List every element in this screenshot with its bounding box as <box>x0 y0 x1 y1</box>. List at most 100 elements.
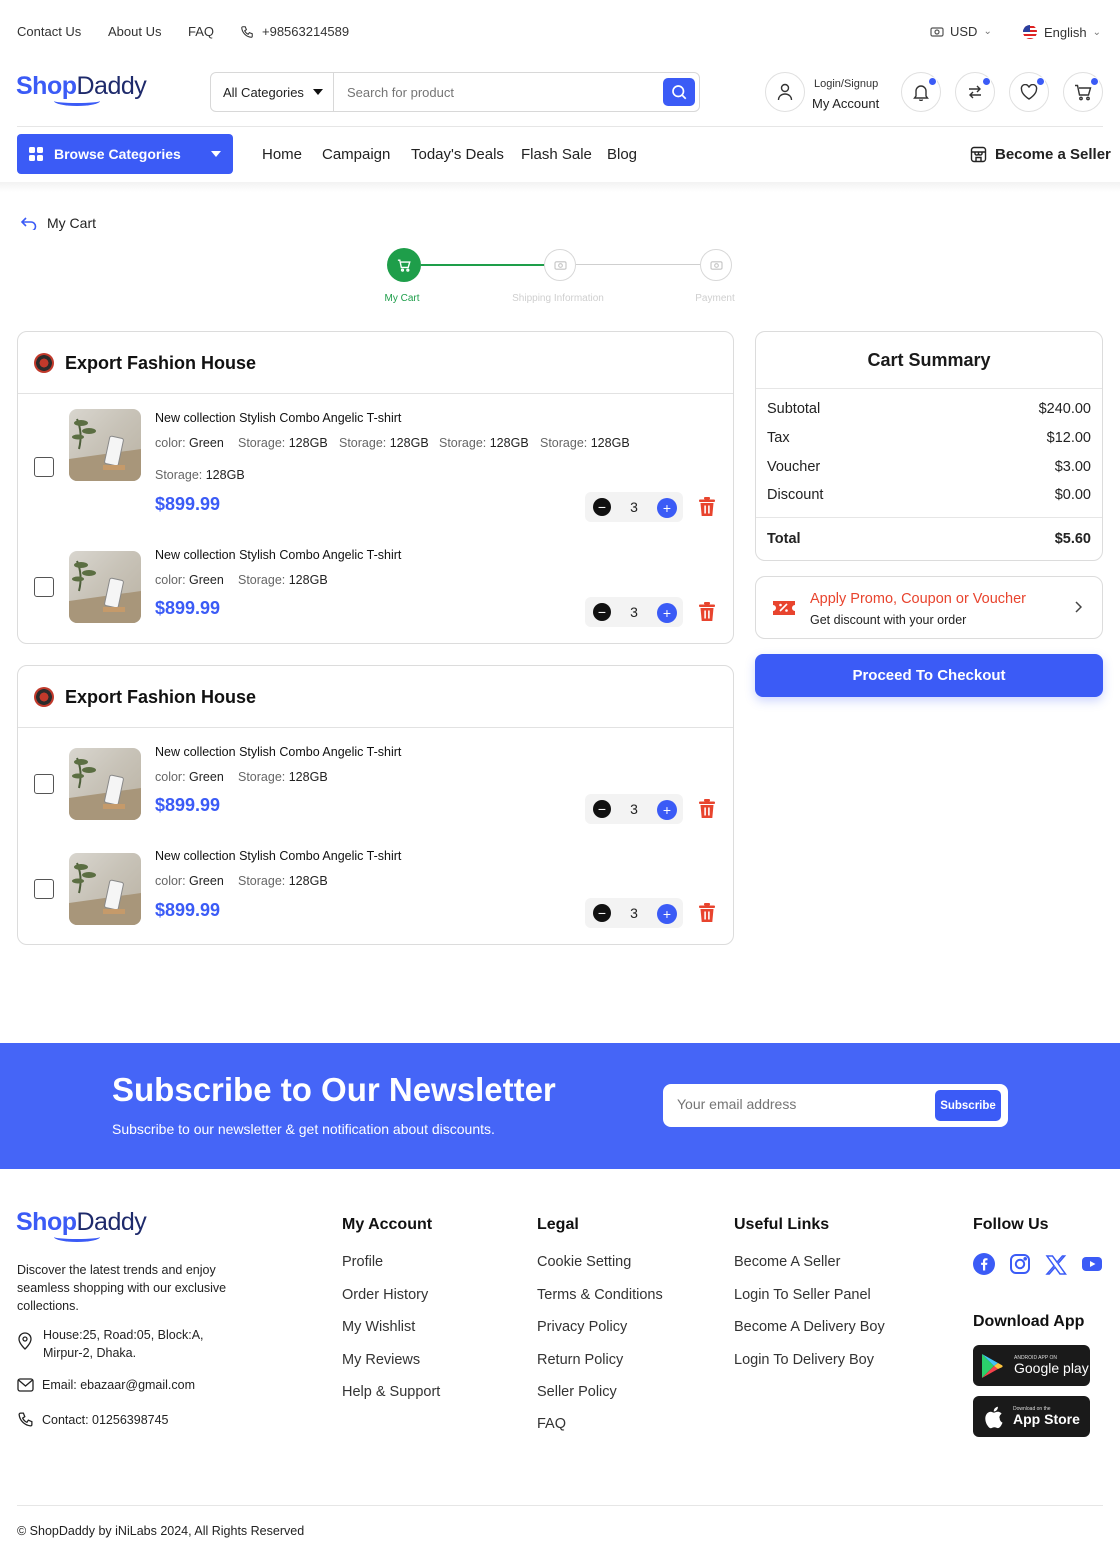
footer-link-wishlist[interactable]: My Wishlist <box>342 1319 415 1335</box>
product-title[interactable]: New collection Stylish Combo Angelic T-s… <box>155 849 401 863</box>
step-cart[interactable] <box>387 248 421 282</box>
login-signup-link[interactable]: Login/Signup <box>814 78 878 90</box>
compare-dot <box>982 77 991 86</box>
breadcrumb[interactable]: My Cart <box>20 215 96 231</box>
decrease-button[interactable]: − <box>593 498 611 516</box>
app-store-badge[interactable]: Download on the App Store <box>973 1396 1090 1437</box>
wishlist-button[interactable] <box>1009 72 1049 112</box>
newsletter-email-input[interactable] <box>677 1096 917 1112</box>
breadcrumb-label: My Cart <box>47 215 96 231</box>
step-connector-done <box>421 264 545 266</box>
trash-icon[interactable] <box>698 903 716 923</box>
promo-subtitle: Get discount with your order <box>810 613 967 627</box>
item-checkbox[interactable] <box>34 457 54 477</box>
newsletter-form: Subscribe <box>663 1084 1008 1127</box>
footer-link-become-seller[interactable]: Become A Seller <box>734 1254 840 1270</box>
trash-icon[interactable] <box>698 497 716 517</box>
search-input[interactable] <box>347 82 647 102</box>
increase-button[interactable]: + <box>657 603 677 623</box>
newsletter-title: Subscribe to Our Newsletter <box>112 1071 556 1108</box>
nav-shadow <box>0 182 1120 192</box>
item-checkbox[interactable] <box>34 577 54 597</box>
product-image[interactable] <box>69 409 141 481</box>
step-payment[interactable] <box>700 249 732 281</box>
footer-contact[interactable]: Contact: 01256398745 <box>17 1411 169 1429</box>
footer-link-return[interactable]: Return Policy <box>537 1352 623 1368</box>
nav-home[interactable]: Home <box>262 146 302 163</box>
decrease-button[interactable]: − <box>593 904 611 922</box>
nav-flash-sale[interactable]: Flash Sale <box>521 146 592 163</box>
shipping-icon <box>553 260 567 270</box>
product-image[interactable] <box>69 748 141 820</box>
google-big-text: Google play <box>1014 1360 1089 1376</box>
summary-row-tax: Tax $12.00 <box>767 430 1091 446</box>
quantity-value[interactable]: 3 <box>625 604 643 620</box>
increase-button[interactable]: + <box>657 800 677 820</box>
footer-link-delivery-boy[interactable]: Become A Delivery Boy <box>734 1319 885 1335</box>
currency-value: USD <box>950 24 978 39</box>
increase-button[interactable]: + <box>657 904 677 924</box>
account-button[interactable] <box>765 72 805 112</box>
footer-link-privacy[interactable]: Privacy Policy <box>537 1319 627 1335</box>
step-shipping[interactable] <box>544 249 576 281</box>
browse-categories-button[interactable]: Browse Categories <box>17 134 233 174</box>
proceed-to-checkout-button[interactable]: Proceed To Checkout <box>755 654 1103 697</box>
caret-down-icon[interactable] <box>313 89 323 95</box>
language-value: English <box>1044 24 1087 40</box>
footer-link-delivery-login[interactable]: Login To Delivery Boy <box>734 1352 874 1368</box>
shop-name[interactable]: Export Fashion House <box>65 687 256 708</box>
footer-link-help[interactable]: Help & Support <box>342 1384 440 1400</box>
trash-icon[interactable] <box>698 602 716 622</box>
product-image[interactable] <box>69 853 141 925</box>
footer-link-terms[interactable]: Terms & Conditions <box>537 1287 663 1303</box>
chevron-down-icon: ⌄ <box>1092 26 1102 38</box>
footer-email[interactable]: Email: ebazaar@gmail.com <box>17 1376 195 1394</box>
notifications-button[interactable] <box>901 72 941 112</box>
faq-link[interactable]: FAQ <box>188 24 214 39</box>
google-play-badge[interactable]: ANDROID APP ON Google play <box>973 1345 1090 1386</box>
product-title[interactable]: New collection Stylish Combo Angelic T-s… <box>155 411 401 425</box>
quantity-value[interactable]: 3 <box>625 905 643 921</box>
footer-link-cookie[interactable]: Cookie Setting <box>537 1254 631 1270</box>
subscribe-button[interactable]: Subscribe <box>935 1090 1001 1121</box>
quantity-value[interactable]: 3 <box>625 499 643 515</box>
become-seller-link[interactable]: Become a Seller <box>970 146 1111 163</box>
footer-link-profile[interactable]: Profile <box>342 1254 383 1270</box>
footer-link-faq[interactable]: FAQ <box>537 1416 566 1432</box>
contact-us-link[interactable]: Contact Us <box>17 24 81 39</box>
footer-heading-account: My Account <box>342 1216 433 1233</box>
facebook-icon[interactable] <box>973 1253 995 1275</box>
product-image[interactable] <box>69 551 141 623</box>
youtube-icon[interactable] <box>1081 1253 1103 1275</box>
language-selector[interactable]: English ⌄ <box>1022 24 1101 40</box>
product-title[interactable]: New collection Stylish Combo Angelic T-s… <box>155 548 401 562</box>
compare-arrows-icon <box>969 85 981 99</box>
footer-link-reviews[interactable]: My Reviews <box>342 1352 420 1368</box>
trash-icon[interactable] <box>698 799 716 819</box>
decrease-button[interactable]: − <box>593 603 611 621</box>
decrease-button[interactable]: − <box>593 800 611 818</box>
increase-button[interactable]: + <box>657 498 677 518</box>
about-us-link[interactable]: About Us <box>108 24 161 39</box>
x-twitter-icon[interactable] <box>1045 1254 1067 1276</box>
coupon-icon <box>773 601 795 615</box>
shop-name[interactable]: Export Fashion House <box>65 353 256 374</box>
compare-button[interactable] <box>955 72 995 112</box>
promo-voucher-button[interactable]: Apply Promo, Coupon or Voucher Get disco… <box>755 576 1103 639</box>
footer-link-order-history[interactable]: Order History <box>342 1287 428 1303</box>
instagram-icon[interactable] <box>1009 1253 1031 1275</box>
nav-campaign[interactable]: Campaign <box>322 146 390 163</box>
footer-link-seller-policy[interactable]: Seller Policy <box>537 1384 617 1400</box>
quantity-value[interactable]: 3 <box>625 801 643 817</box>
cart-button[interactable] <box>1063 72 1103 112</box>
my-account-link[interactable]: My Account <box>812 96 879 111</box>
nav-blog[interactable]: Blog <box>607 146 637 163</box>
item-checkbox[interactable] <box>34 774 54 794</box>
item-checkbox[interactable] <box>34 879 54 899</box>
footer-link-seller-panel[interactable]: Login To Seller Panel <box>734 1287 871 1303</box>
product-title[interactable]: New collection Stylish Combo Angelic T-s… <box>155 745 401 759</box>
nav-todays-deals[interactable]: Today's Deals <box>411 146 504 163</box>
search-button[interactable] <box>663 78 695 106</box>
currency-selector[interactable]: USD ⌄ <box>930 24 992 39</box>
category-select[interactable]: All Categories <box>223 85 304 100</box>
